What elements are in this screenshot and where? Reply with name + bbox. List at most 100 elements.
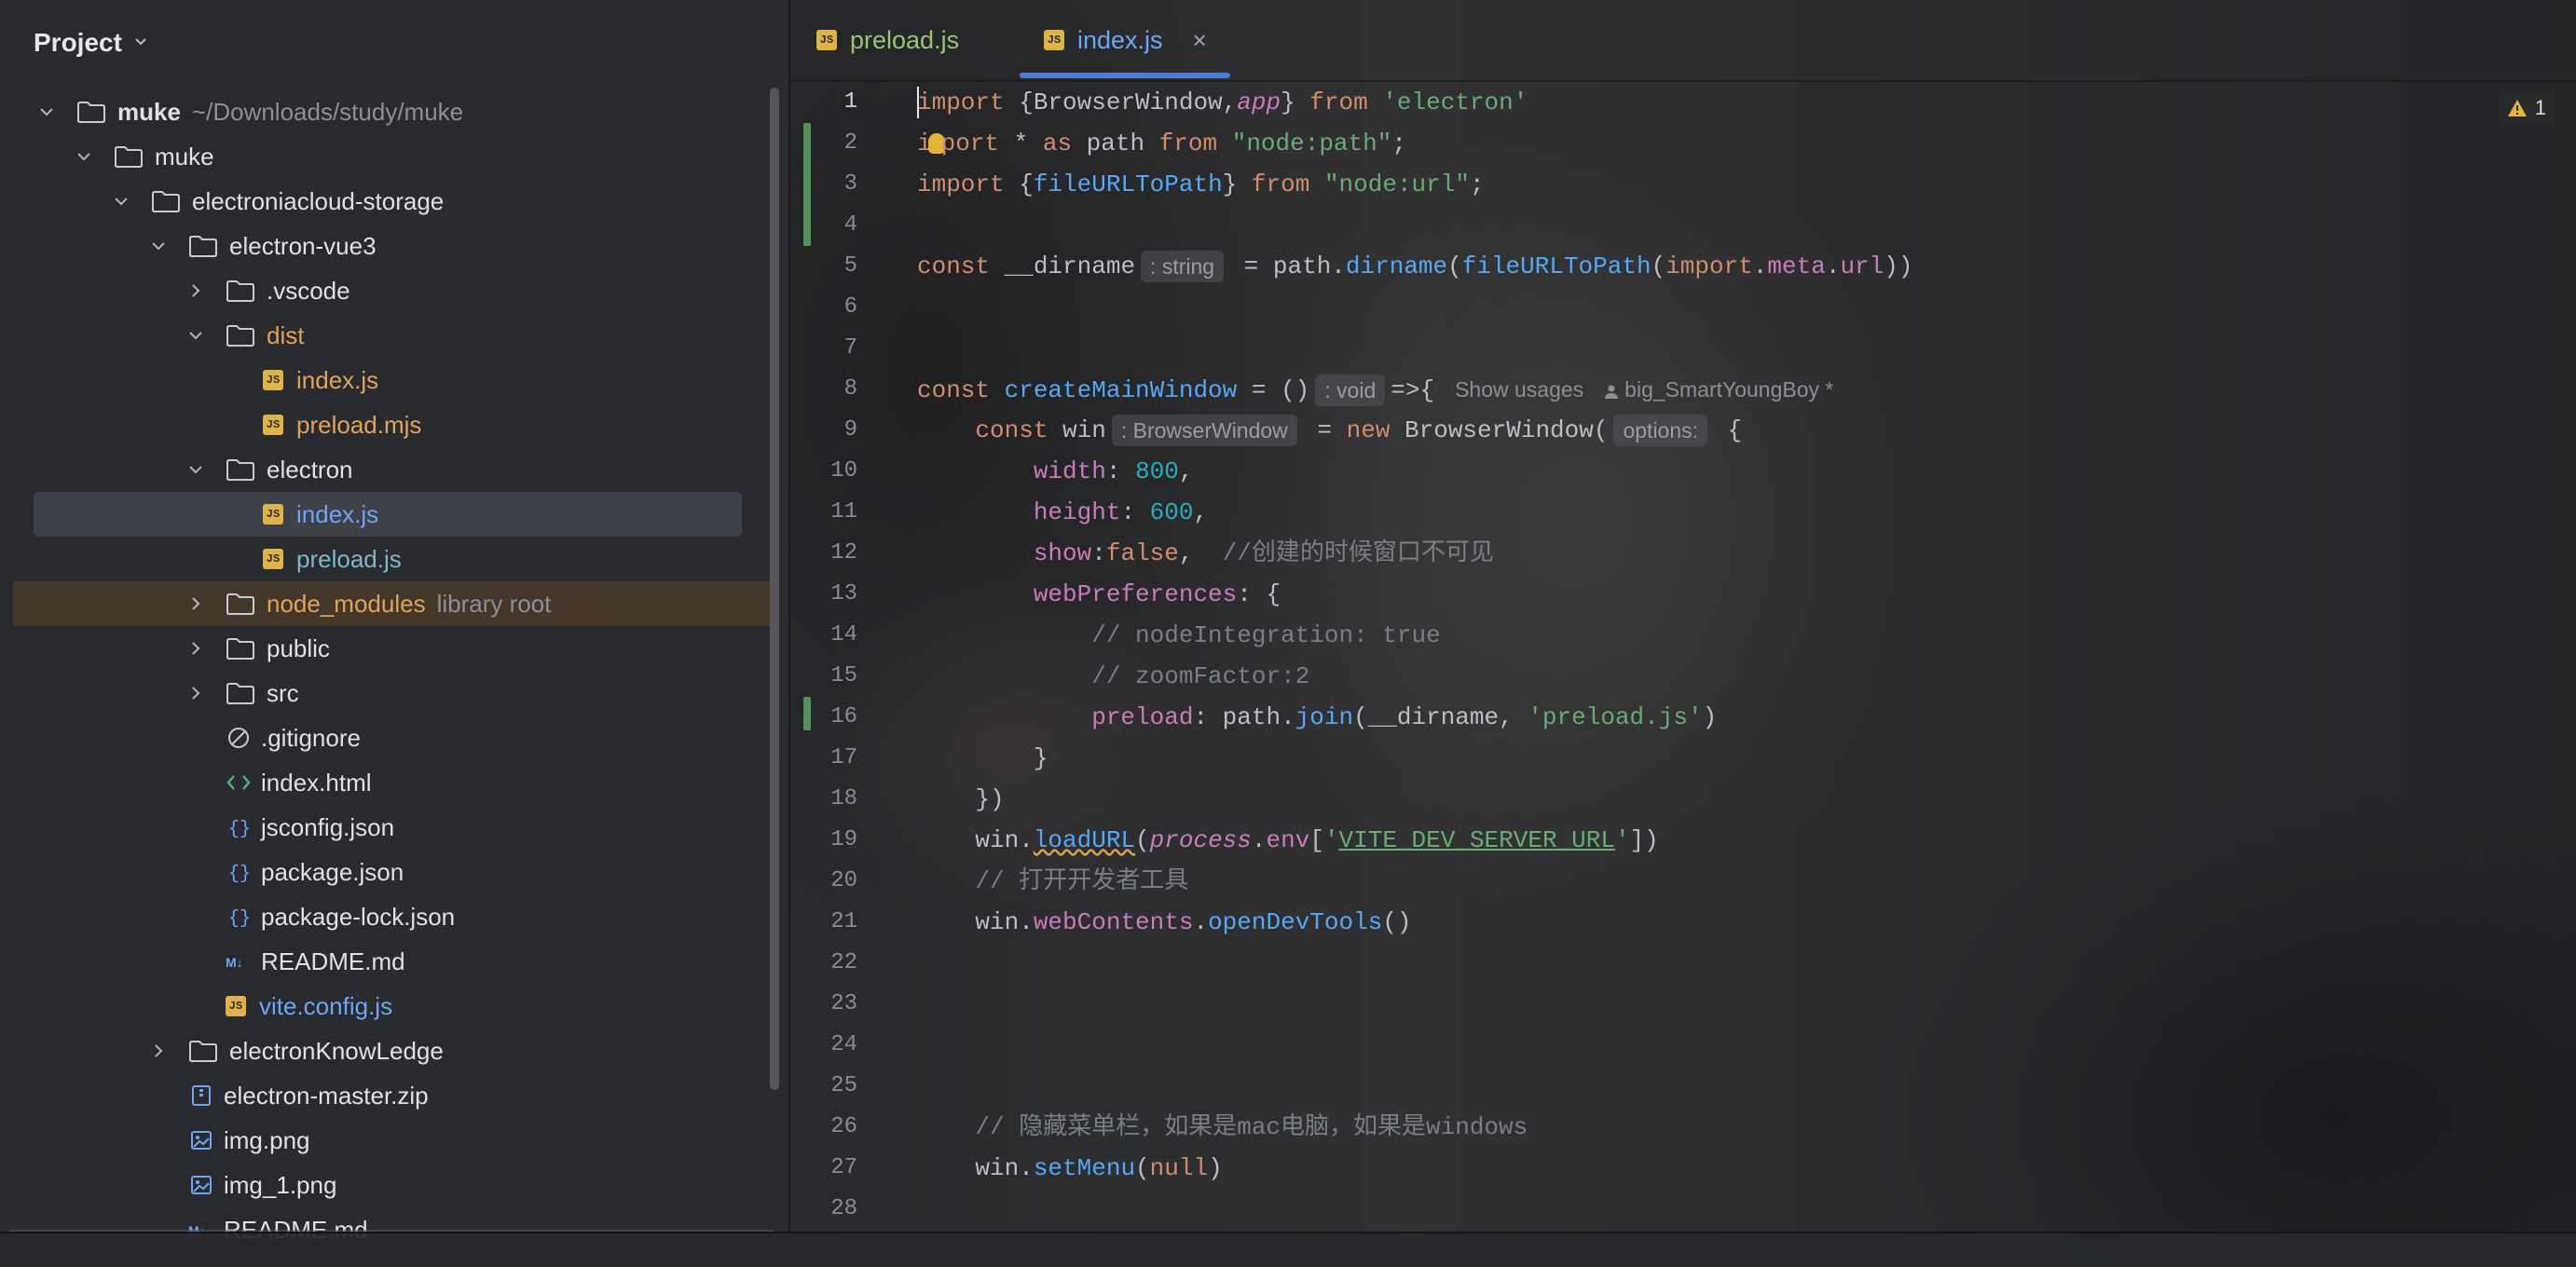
line-number: 27 bbox=[830, 1155, 857, 1180]
type-hint: : BrowserWindow bbox=[1111, 415, 1297, 447]
type-hint: : void bbox=[1315, 375, 1386, 407]
chevron-down-icon[interactable] bbox=[186, 460, 205, 479]
tree-item[interactable]: JS vite.config.js bbox=[0, 984, 788, 1029]
tree-item[interactable]: M↓ README.md bbox=[0, 939, 788, 984]
tree-item[interactable]: muke ~/Downloads/study/muke bbox=[0, 89, 788, 134]
inspection-widget[interactable]: 1 bbox=[2497, 89, 2555, 127]
image-icon bbox=[188, 1128, 214, 1152]
svg-text:M↓: M↓ bbox=[226, 955, 243, 970]
line-number: 20 bbox=[830, 868, 857, 893]
chevron-right-icon[interactable] bbox=[149, 1042, 168, 1060]
show-usages-link[interactable]: Show usages bbox=[1455, 377, 1583, 402]
tree-item-label: jsconfig.json bbox=[261, 812, 395, 841]
line-number: 17 bbox=[830, 745, 857, 770]
code-line-19: win.loadURL(process.env['VITE_DEV_SERVER… bbox=[917, 826, 1659, 854]
tree-item-label: node_modules bbox=[267, 589, 426, 618]
tree-item[interactable]: index.html bbox=[0, 760, 788, 805]
tree-item[interactable]: electron bbox=[0, 447, 788, 492]
tree-item[interactable]: JS index.js bbox=[34, 492, 742, 537]
type-hint: : string bbox=[1141, 251, 1225, 283]
js-file-icon: JS bbox=[263, 415, 283, 435]
tree-item[interactable]: electron-vue3 bbox=[0, 224, 788, 268]
tree-item-hint: ~/Downloads/study/muke bbox=[191, 97, 464, 126]
code-line-12: show:false, //创建的时候窗口不可见 bbox=[917, 539, 1494, 567]
chevron-right-icon[interactable] bbox=[186, 594, 205, 613]
tree-item[interactable]: img_1.png bbox=[0, 1163, 788, 1207]
folder-icon bbox=[188, 234, 218, 258]
tree-item[interactable]: dist bbox=[0, 313, 788, 358]
tree-item[interactable]: JS preload.js bbox=[0, 537, 788, 581]
chevron-right-icon[interactable] bbox=[186, 639, 205, 658]
line-number: 9 bbox=[843, 417, 857, 443]
tree-item-label: package-lock.json bbox=[261, 902, 456, 931]
line-number: 6 bbox=[843, 294, 857, 320]
code-line-9: const win: BrowserWindow = new BrowserWi… bbox=[917, 410, 1742, 451]
editor-tabs: JS preload.js JS index.js × bbox=[790, 0, 2576, 82]
line-number: 1 bbox=[843, 89, 857, 115]
tree-item-label: .gitignore bbox=[261, 723, 361, 752]
param-hint: options: bbox=[1613, 415, 1708, 447]
tree-item[interactable]: node_modules library root bbox=[13, 581, 770, 626]
tree-item-label: electron-master.zip bbox=[224, 1081, 429, 1110]
js-file-icon: JS bbox=[263, 549, 283, 569]
line-number: 22 bbox=[830, 950, 857, 975]
tree-item[interactable]: .gitignore bbox=[0, 715, 788, 760]
sidebar-scrollbar[interactable] bbox=[770, 88, 779, 1090]
tree-item[interactable]: .vscode bbox=[0, 268, 788, 313]
html-icon bbox=[226, 770, 252, 795]
folder-icon bbox=[226, 323, 255, 347]
active-tab-indicator bbox=[1020, 73, 1230, 78]
chevron-right-icon[interactable] bbox=[186, 281, 205, 300]
line-number: 25 bbox=[830, 1073, 857, 1098]
tree-item[interactable]: JS preload.mjs bbox=[0, 402, 788, 447]
chevron-right-icon[interactable] bbox=[186, 684, 205, 702]
chevron-down-icon[interactable] bbox=[75, 147, 93, 166]
tab-index-js[interactable]: JS index.js × bbox=[1044, 0, 1207, 80]
chevron-down-icon[interactable] bbox=[186, 326, 205, 345]
svg-text:{}: {} bbox=[228, 908, 251, 929]
tree-item[interactable]: public bbox=[0, 626, 788, 671]
tree-item[interactable]: electron-master.zip bbox=[0, 1073, 788, 1118]
line-number: 13 bbox=[830, 581, 857, 606]
code-line-16: preload: path.join(__dirname, 'preload.j… bbox=[917, 703, 1718, 731]
tab-label: preload.js bbox=[850, 25, 960, 54]
folder-icon bbox=[114, 144, 144, 169]
tree-item-label: README.md bbox=[261, 947, 405, 975]
line-number: 4 bbox=[843, 212, 857, 238]
tree-item[interactable]: {} package.json bbox=[0, 850, 788, 894]
close-icon[interactable]: × bbox=[1193, 26, 1207, 55]
tree-item-label: preload.js bbox=[296, 544, 402, 573]
tree-item[interactable]: JS index.js bbox=[0, 358, 788, 402]
project-view-selector[interactable]: Project bbox=[34, 24, 148, 61]
folder-icon bbox=[76, 100, 106, 124]
chevron-down-icon[interactable] bbox=[149, 237, 168, 255]
tree-item[interactable]: {} package-lock.json bbox=[0, 894, 788, 939]
tab-preload-js[interactable]: JS preload.js bbox=[816, 0, 959, 80]
chevron-down-icon[interactable] bbox=[37, 102, 56, 121]
project-sidebar: Project muke ~/Downloads/study/muke muke el… bbox=[0, 0, 790, 1267]
tree-item[interactable]: electronKnowLedge bbox=[0, 1029, 788, 1073]
line-number: 11 bbox=[830, 499, 857, 525]
editor-area: JS preload.js JS index.js × 1 1234567891… bbox=[790, 0, 2576, 1230]
folder-icon bbox=[226, 279, 255, 303]
tree-item[interactable]: muke bbox=[0, 134, 788, 179]
tree-item-label: muke bbox=[155, 142, 214, 170]
project-title: Project bbox=[34, 28, 122, 57]
tree-item-label: index.js bbox=[296, 365, 379, 394]
code-line-3: import {fileURLToPath} from "node:url"; bbox=[917, 170, 1485, 198]
markdown-icon: M↓ bbox=[226, 949, 252, 974]
author-hint[interactable]: big_SmartYoungBoy * bbox=[1604, 377, 1833, 402]
line-number: 23 bbox=[830, 991, 857, 1016]
folder-icon bbox=[226, 636, 255, 661]
tree-item[interactable]: electroniacloud-storage bbox=[0, 179, 788, 224]
line-number: 21 bbox=[830, 909, 857, 934]
chevron-down-icon[interactable] bbox=[112, 192, 130, 211]
tree-item[interactable]: src bbox=[0, 671, 788, 715]
code-line-26: // 隐藏菜单栏，如果是mac电脑，如果是windows bbox=[917, 1113, 1528, 1141]
user-icon bbox=[1605, 385, 1619, 399]
tree-item[interactable]: img.png bbox=[0, 1118, 788, 1163]
tree-item-label: .vscode bbox=[267, 276, 350, 305]
tree-item[interactable]: {} jsconfig.json bbox=[0, 805, 788, 850]
svg-text:{}: {} bbox=[228, 819, 251, 839]
code-line-21: win.webContents.openDevTools() bbox=[917, 908, 1412, 936]
